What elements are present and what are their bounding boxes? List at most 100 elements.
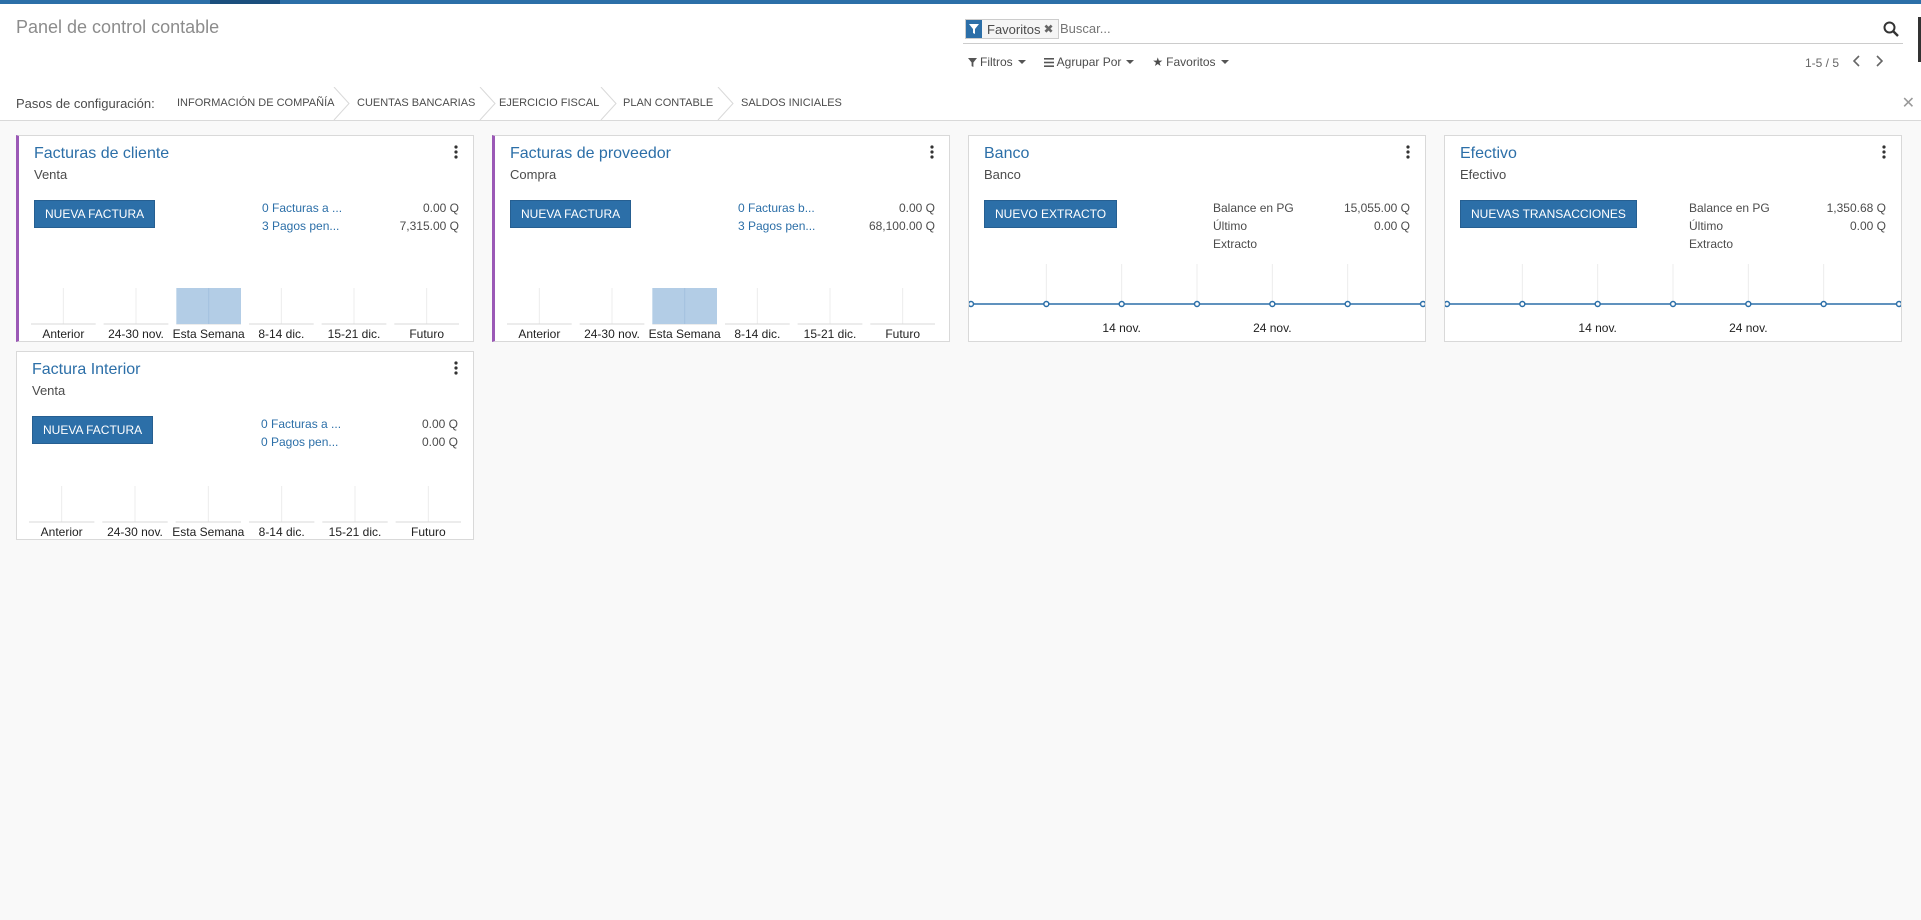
- bars-icon: [1043, 57, 1054, 67]
- summary-row: 3 Pagos pen... 68,100.00 Q: [738, 217, 935, 235]
- tick-label: 14 nov.: [1578, 321, 1616, 335]
- journal-card-bank: Banco Banco Nuevo Extracto Balance en PG…: [968, 135, 1426, 342]
- new-bill-button[interactable]: Nueva Factura: [510, 200, 632, 228]
- summary-label[interactable]: 3 Pagos pen...: [738, 217, 815, 235]
- step-bank-accounts[interactable]: Cuentas bancarias: [357, 97, 475, 109]
- tick-label: Esta Semana: [649, 327, 721, 341]
- chevron-left-icon[interactable]: [1852, 55, 1861, 70]
- summary-label: Extracto: [1213, 237, 1258, 251]
- new-invoice-button[interactable]: Nueva Factura: [34, 200, 156, 228]
- data-point: [1118, 300, 1125, 308]
- search-facet-favorites[interactable]: Favoritos ✖: [965, 19, 1059, 39]
- journal-card-vendor-bills: Facturas de proveedor Compra Nueva Factu…: [492, 135, 950, 342]
- step-separator: [479, 87, 496, 120]
- line-chart[interactable]: 14 nov. 24 nov.: [969, 264, 1425, 344]
- page-title: Panel de control contable: [16, 17, 220, 37]
- tick-label: 14 nov.: [1102, 321, 1140, 335]
- caret-down-icon: [1220, 60, 1229, 64]
- tick-label: Anterior: [41, 525, 83, 539]
- data-point: [1519, 300, 1526, 308]
- journal-title[interactable]: Facturas de proveedor: [510, 145, 671, 163]
- step-separator: [717, 87, 734, 120]
- new-statement-button[interactable]: Nuevo Extracto: [984, 200, 1118, 228]
- summary-label: Último: [1213, 219, 1248, 233]
- journal-card-customer-invoices: Facturas de cliente Venta Nueva Factura …: [16, 135, 474, 342]
- step-company-data[interactable]: Información de compañía: [177, 97, 334, 109]
- summary-value: 0.00 Q: [1373, 219, 1410, 233]
- step-fiscal-year[interactable]: Ejercicio fiscal: [499, 97, 599, 109]
- summary-value: 7,315.00 Q: [399, 219, 459, 233]
- pager-value[interactable]: 1-5 / 5: [1805, 56, 1839, 70]
- tick-label: 24-30 nov.: [108, 327, 164, 341]
- data-point: [1269, 300, 1276, 308]
- data-point: [1445, 300, 1451, 308]
- tick-label: Futuro: [409, 327, 444, 341]
- step-separator: [333, 87, 350, 120]
- more-options-icon[interactable]: [454, 145, 458, 159]
- step-chart-of-accounts[interactable]: Plan contable: [623, 97, 713, 109]
- close-icon[interactable]: ✕: [1902, 93, 1915, 113]
- favorites-dropdown[interactable]: ★ Favoritos: [1152, 55, 1229, 69]
- summary-row: Último 0.00 Q: [1213, 217, 1410, 235]
- tick-label: 8-14 dic.: [258, 327, 304, 341]
- tick-label: 15-21 dic.: [328, 327, 381, 341]
- chevron-right-icon[interactable]: [1875, 55, 1884, 70]
- bar-chart[interactable]: Anterior 24-30 nov. Esta Semana 8-14 dic. 15…: [19, 278, 471, 342]
- search-input[interactable]: [1060, 19, 1820, 37]
- journal-title[interactable]: Banco: [984, 145, 1029, 163]
- summary-row: 0 Facturas b... 0.00 Q: [738, 199, 935, 217]
- journal-title[interactable]: Facturas de cliente: [34, 145, 169, 163]
- data-point: [1594, 300, 1601, 308]
- more-options-icon[interactable]: [1406, 145, 1410, 159]
- summary-value: 0.00 Q: [421, 435, 458, 449]
- step-separator: [600, 87, 617, 120]
- filters-dropdown[interactable]: Filtros: [968, 55, 1026, 69]
- new-transactions-button[interactable]: Nuevas Transacciones: [1460, 200, 1637, 228]
- filter-icon: [966, 20, 982, 38]
- step-opening-balances[interactable]: Saldos iniciales: [741, 97, 842, 109]
- data-point: [1419, 300, 1425, 308]
- new-invoice-button[interactable]: Nueva Factura: [32, 416, 154, 444]
- data-point: [1043, 300, 1050, 308]
- summary-label[interactable]: 0 Pagos pen...: [261, 433, 338, 451]
- more-options-icon[interactable]: [454, 361, 458, 375]
- tick-label: Anterior: [42, 327, 84, 341]
- remove-facet-icon[interactable]: ✖: [1043, 22, 1057, 36]
- summary-value: 15,055.00 Q: [1343, 201, 1410, 215]
- summary-value: 0.00 Q: [1849, 219, 1886, 233]
- journal-title[interactable]: Factura Interior: [32, 361, 140, 379]
- summary-value: 0.00 Q: [898, 201, 935, 215]
- tick-label: 8-14 dic.: [734, 327, 780, 341]
- control-panel: Panel de control contable Favoritos ✖ Fi…: [0, 4, 1921, 88]
- caret-down-icon: [1017, 60, 1026, 64]
- journal-title[interactable]: Efectivo: [1460, 145, 1517, 163]
- summary-value: 1,350.68 Q: [1826, 201, 1886, 215]
- summary-row: Extracto: [1689, 235, 1886, 253]
- groupby-dropdown[interactable]: Agrupar Por: [1043, 55, 1135, 69]
- search-view: Favoritos ✖: [963, 17, 1903, 44]
- summary-label[interactable]: 0 Facturas a ...: [262, 199, 342, 217]
- summary-label[interactable]: 0 Facturas b...: [738, 199, 815, 217]
- summary-label[interactable]: 0 Facturas a ...: [261, 415, 341, 433]
- tick-label: 24-30 nov.: [107, 525, 163, 539]
- journal-type: Venta: [34, 167, 68, 182]
- summary-row: 3 Pagos pen... 7,315.00 Q: [262, 217, 459, 235]
- more-options-icon[interactable]: [930, 145, 934, 159]
- bar-chart[interactable]: Anterior 24-30 nov. Esta Semana 8-14 dic. 15…: [495, 278, 947, 342]
- bar-chart[interactable]: Anterior 24-30 nov. Esta Semana 8-14 dic. 15…: [17, 476, 473, 540]
- summary-row: Último 0.00 Q: [1689, 217, 1886, 235]
- more-options-icon[interactable]: [1882, 145, 1886, 159]
- summary-label: Extracto: [1689, 237, 1734, 251]
- caret-down-icon: [1126, 60, 1135, 64]
- data-point: [1193, 300, 1201, 308]
- journal-type: Efectivo: [1460, 167, 1507, 182]
- summary-label: Balance en PG: [1689, 201, 1770, 215]
- tick-label: 24 nov.: [1253, 321, 1291, 335]
- filters-label: Filtros: [980, 55, 1013, 69]
- line-chart[interactable]: 14 nov. 24 nov.: [1445, 264, 1901, 344]
- tick-label: 15-21 dic.: [329, 525, 382, 539]
- summary-label[interactable]: 3 Pagos pen...: [262, 217, 339, 235]
- tick-label: Esta Semana: [173, 327, 245, 341]
- search-icon[interactable]: [1883, 21, 1899, 42]
- data-point: [1895, 300, 1901, 308]
